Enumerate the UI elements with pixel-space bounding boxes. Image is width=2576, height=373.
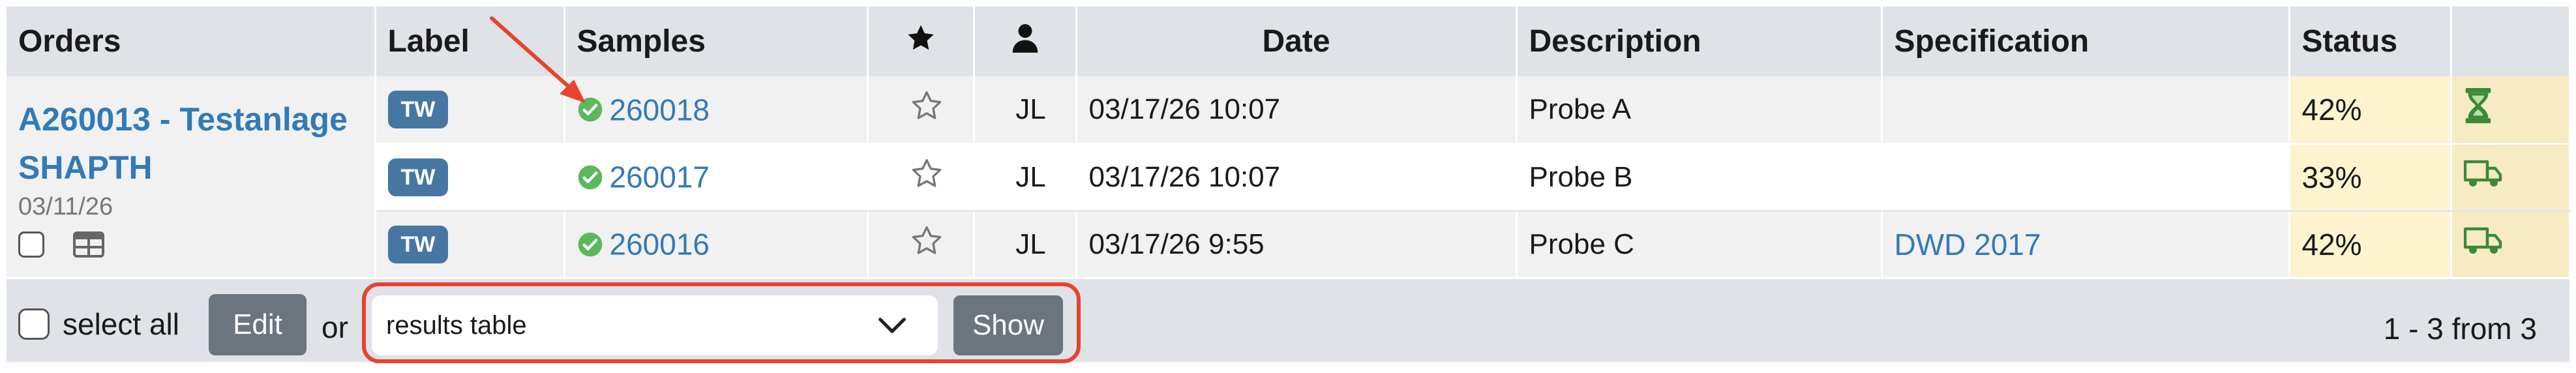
date-cell: 03/17/26 10:07 bbox=[1076, 143, 1518, 212]
status-cell: 42% bbox=[2289, 211, 2452, 279]
order-cell: A260013 - Testanlage SHAPTH 03/11/26 bbox=[7, 76, 376, 279]
orders-table: Orders Label Samples Date Description Sp… bbox=[7, 7, 2571, 279]
annotation-highlight-box bbox=[362, 282, 1081, 363]
col-header-specification[interactable]: Specification bbox=[1881, 7, 2290, 76]
sample-cell: 260016 bbox=[564, 211, 869, 279]
col-header-description[interactable]: Description bbox=[1516, 7, 1883, 76]
order-link[interactable]: A260013 - Testanlage SHAPTH bbox=[18, 95, 357, 192]
col-header-date[interactable]: Date bbox=[1076, 7, 1518, 76]
label-badge[interactable]: TW bbox=[387, 158, 449, 196]
star-outline-icon[interactable] bbox=[910, 89, 943, 122]
order-date: 03/11/26 bbox=[18, 193, 113, 221]
user-cell: JL bbox=[974, 143, 1077, 212]
select-all-label: select all bbox=[63, 307, 179, 341]
order-checkbox[interactable] bbox=[18, 231, 44, 258]
specification-cell bbox=[1881, 76, 2290, 145]
star-cell bbox=[867, 143, 975, 212]
date-cell: 03/17/26 9:55 bbox=[1076, 211, 1518, 279]
description-cell: Probe A bbox=[1516, 76, 1883, 145]
user-icon bbox=[1012, 23, 1038, 53]
orders-panel: Orders Label Samples Date Description Sp… bbox=[7, 7, 2571, 363]
user-cell: JL bbox=[974, 211, 1077, 279]
label-badge[interactable]: TW bbox=[387, 90, 449, 128]
status-cell: 33% bbox=[2289, 143, 2452, 212]
star-outline-icon[interactable] bbox=[910, 157, 943, 190]
user-cell: JL bbox=[974, 76, 1077, 145]
select-all-control[interactable]: select all bbox=[18, 306, 179, 342]
description-cell: Probe B bbox=[1516, 143, 1883, 212]
sample-link[interactable]: 260017 bbox=[610, 160, 710, 194]
edit-button[interactable]: Edit bbox=[209, 294, 307, 355]
or-label: or bbox=[322, 310, 348, 344]
sample-cell: 260017 bbox=[564, 143, 869, 212]
col-header-samples[interactable]: Samples bbox=[564, 7, 869, 76]
table-row: TW 260016 JL 03/17/26 9:55 Probe C DWD 2… bbox=[7, 211, 2571, 279]
specification-link[interactable]: DWD 2017 bbox=[1895, 228, 2041, 261]
annotation-arrow bbox=[490, 16, 586, 103]
table-row: A260013 - Testanlage SHAPTH 03/11/26 TW … bbox=[7, 76, 2571, 279]
description-cell: Probe C bbox=[1516, 211, 1883, 279]
check-circle-icon bbox=[578, 165, 602, 190]
col-header-orders[interactable]: Orders bbox=[7, 7, 376, 76]
sample-cell: 260018 bbox=[564, 76, 869, 145]
truck-icon bbox=[2463, 160, 2502, 186]
select-all-checkbox[interactable] bbox=[18, 308, 50, 340]
label-cell: TW bbox=[375, 211, 565, 279]
truck-icon bbox=[2463, 227, 2502, 254]
date-cell: 03/17/26 10:07 bbox=[1076, 76, 1518, 145]
status-icon-cell bbox=[2451, 211, 2571, 279]
sample-link[interactable]: 260016 bbox=[610, 228, 710, 261]
table-footer: select all Edit or results table Show 1 … bbox=[7, 282, 2569, 363]
hourglass-icon bbox=[2465, 88, 2491, 124]
label-cell: TW bbox=[375, 143, 565, 212]
status-icon-cell bbox=[2451, 76, 2571, 145]
pagination-info: 1 - 3 from 3 bbox=[2383, 312, 2537, 346]
star-cell bbox=[867, 211, 975, 279]
table-header: Orders Label Samples Date Description Sp… bbox=[7, 7, 2571, 76]
col-header-status[interactable]: Status bbox=[2289, 7, 2452, 76]
check-circle-icon bbox=[578, 232, 602, 257]
col-header-starred[interactable] bbox=[867, 7, 975, 76]
table-row: TW 260017 JL 03/17/26 10:07 Probe B 33% bbox=[7, 143, 2571, 212]
specification-cell: DWD 2017 bbox=[1881, 211, 2290, 279]
order-tools bbox=[18, 231, 374, 258]
table-icon[interactable] bbox=[73, 231, 104, 258]
status-cell: 42% bbox=[2289, 76, 2452, 145]
specification-cell bbox=[1881, 143, 2290, 212]
star-outline-icon[interactable] bbox=[910, 224, 943, 257]
star-cell bbox=[867, 76, 975, 145]
status-icon-cell bbox=[2451, 143, 2571, 212]
col-header-user[interactable] bbox=[974, 7, 1077, 76]
col-header-status-icon bbox=[2451, 7, 2571, 76]
sample-link[interactable]: 260018 bbox=[610, 93, 710, 127]
label-badge[interactable]: TW bbox=[387, 225, 449, 263]
star-filled-icon bbox=[907, 24, 934, 50]
